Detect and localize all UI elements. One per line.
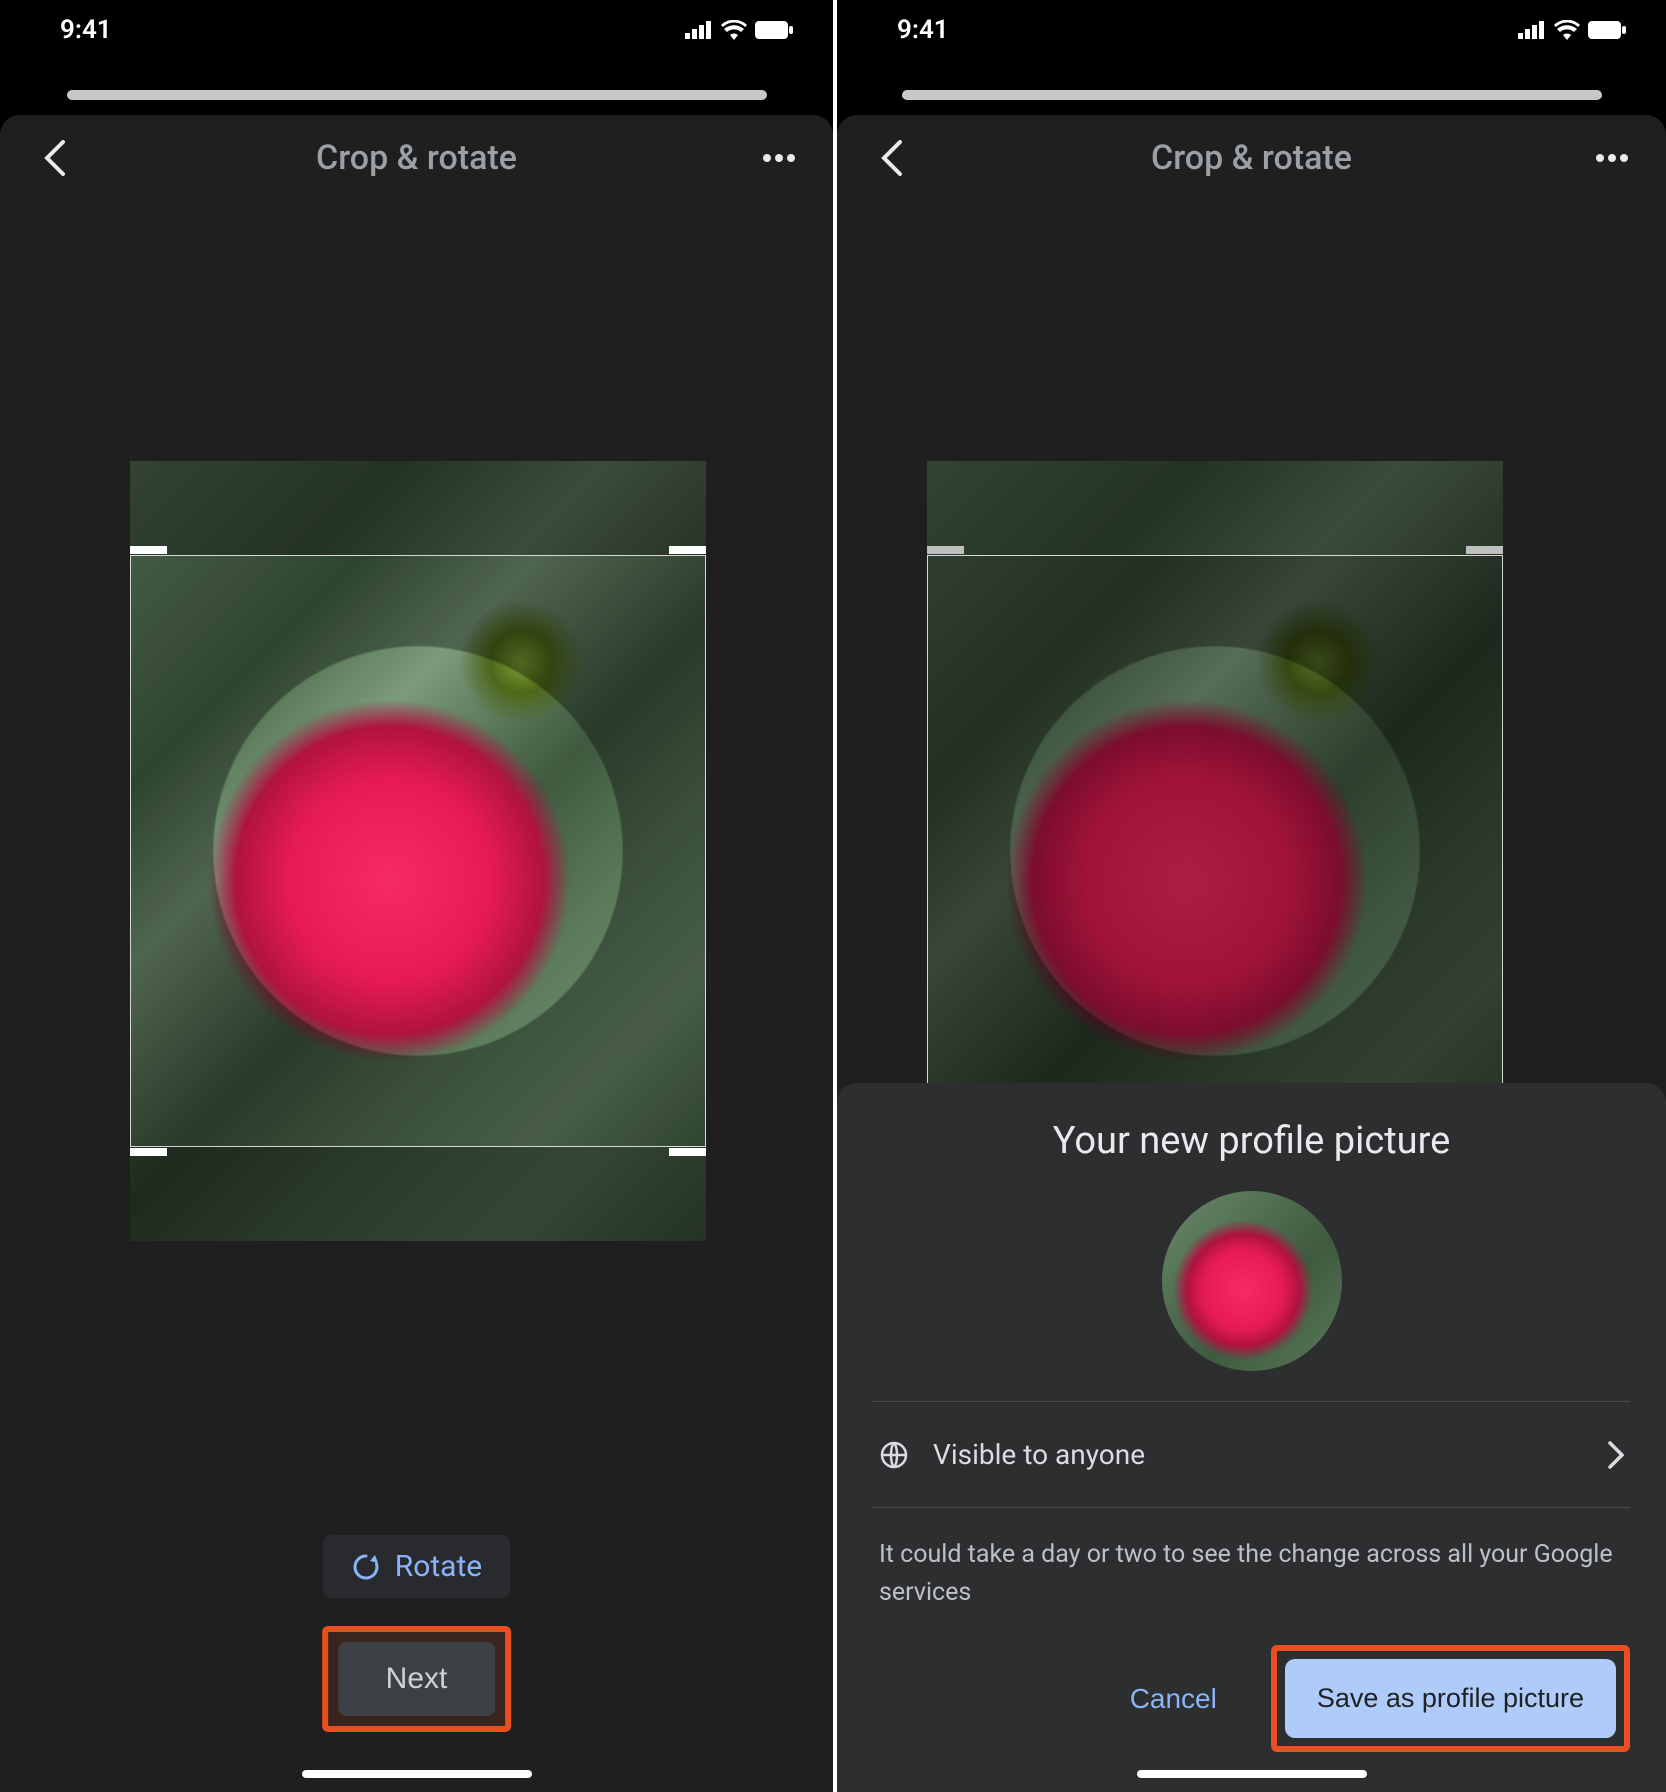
battery-icon	[1588, 21, 1626, 39]
app-header: Crop & rotate	[837, 115, 1666, 201]
crop-editor-app: Crop & rotate	[0, 115, 833, 1792]
rotate-button[interactable]: Rotate	[0, 1521, 833, 1612]
sheet-grabber[interactable]	[902, 90, 1602, 100]
home-indicator[interactable]	[1137, 1770, 1367, 1778]
page-title: Crop & rotate	[1151, 138, 1352, 178]
save-as-profile-picture-button[interactable]: Save as profile picture	[1285, 1659, 1616, 1738]
chevron-right-icon	[1608, 1441, 1624, 1469]
rotate-icon	[351, 1552, 381, 1582]
back-button[interactable]	[30, 134, 78, 182]
home-indicator[interactable]	[302, 1770, 532, 1778]
status-bar: 9:41	[837, 0, 1666, 60]
status-icons	[1518, 20, 1626, 40]
chevron-left-icon	[43, 140, 65, 176]
cellular-icon	[1518, 21, 1546, 39]
page-title: Crop & rotate	[316, 138, 517, 178]
preview-image	[1162, 1191, 1342, 1371]
globe-icon	[879, 1440, 909, 1470]
crop-editor-app: Crop & rotate Your ne	[837, 115, 1666, 1792]
crop-handle-top-right	[1466, 546, 1503, 592]
profile-picture-preview	[1162, 1191, 1342, 1371]
status-time: 9:41	[60, 15, 112, 45]
disclaimer-text: It could take a day or two to see the ch…	[873, 1514, 1630, 1645]
next-button[interactable]: Next	[338, 1642, 496, 1716]
crop-circle-mask	[928, 556, 1502, 1146]
back-button[interactable]	[867, 134, 915, 182]
next-highlight: Next	[322, 1626, 512, 1732]
more-horizontal-icon	[1596, 154, 1628, 162]
crop-canvas[interactable]: Rotate Next	[0, 201, 833, 1792]
app-header: Crop & rotate	[0, 115, 833, 201]
more-options-button[interactable]	[1588, 134, 1636, 182]
crop-handle-top-left	[927, 546, 964, 592]
crop-frame	[927, 555, 1503, 1147]
visibility-label: Visible to anyone	[933, 1438, 1584, 1471]
confirm-bottom-sheet: Your new profile picture Visible to anyo…	[837, 1083, 1666, 1792]
more-horizontal-icon	[763, 154, 795, 162]
screen-crop-rotate: 9:41 Crop & rotate	[0, 0, 833, 1792]
chevron-left-icon	[880, 140, 902, 176]
screen-save-profile-picture: 9:41 Crop & rotate	[833, 0, 1666, 1792]
divider	[873, 1507, 1630, 1508]
photo-container	[130, 461, 706, 1241]
rotate-label: Rotate	[395, 1549, 482, 1584]
cancel-button[interactable]: Cancel	[1102, 1661, 1245, 1737]
photo	[130, 461, 706, 1241]
crop-handle-bottom-right[interactable]	[669, 1110, 706, 1156]
wifi-icon	[1554, 20, 1580, 40]
status-bar: 9:41	[0, 0, 833, 60]
crop-handle-bottom-left[interactable]	[130, 1110, 167, 1156]
crop-handle-top-left[interactable]	[130, 546, 167, 592]
save-highlight: Save as profile picture	[1271, 1645, 1630, 1752]
sheet-actions: Cancel Save as profile picture	[873, 1645, 1630, 1752]
cellular-icon	[685, 21, 713, 39]
divider	[873, 1401, 1630, 1402]
crop-frame[interactable]	[130, 555, 706, 1147]
status-time: 9:41	[897, 15, 949, 45]
status-icons	[685, 20, 793, 40]
crop-circle-mask	[131, 556, 705, 1146]
battery-icon	[755, 21, 793, 39]
sheet-title: Your new profile picture	[873, 1119, 1630, 1163]
crop-handle-top-right[interactable]	[669, 546, 706, 592]
more-options-button[interactable]	[755, 134, 803, 182]
wifi-icon	[721, 20, 747, 40]
sheet-grabber[interactable]	[67, 90, 767, 100]
visibility-row[interactable]: Visible to anyone	[873, 1408, 1630, 1501]
